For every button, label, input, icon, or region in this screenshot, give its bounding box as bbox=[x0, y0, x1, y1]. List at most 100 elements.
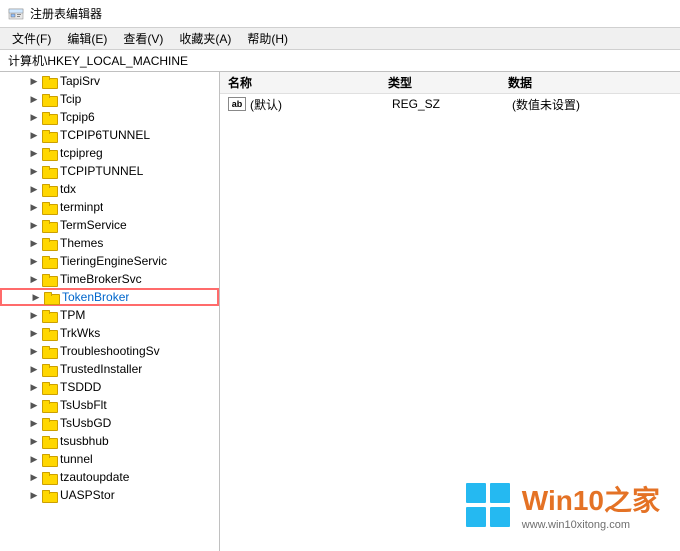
folder-icon-tpm bbox=[42, 309, 56, 321]
tree-item-tcpip6[interactable]: ▶ Tcpip6 bbox=[0, 108, 219, 126]
tree-item-tdx[interactable]: ▶ tdx bbox=[0, 180, 219, 198]
tree-item-tunnel[interactable]: ▶ tunnel bbox=[0, 450, 219, 468]
folder-icon-tieringengineservice bbox=[42, 255, 56, 267]
expand-icon-troubleshootingsv[interactable]: ▶ bbox=[28, 345, 40, 357]
tree-item-label-tunnel: tunnel bbox=[60, 452, 93, 466]
expand-icon-tieringengineservice[interactable]: ▶ bbox=[28, 255, 40, 267]
expand-icon-tokenbroker[interactable]: ▶ bbox=[30, 291, 42, 303]
folder-icon-tcpip6tunnel bbox=[42, 129, 56, 141]
menu-view[interactable]: 查看(V) bbox=[115, 28, 171, 49]
watermark-text: Win10之家 www.win10xitong.com bbox=[522, 479, 660, 531]
folder-icon-tcpipreg bbox=[42, 147, 56, 159]
tree-item-termservice[interactable]: ▶ TermService bbox=[0, 216, 219, 234]
tree-item-timebrokersvc[interactable]: ▶ TimeBrokerSvc bbox=[0, 270, 219, 288]
expand-icon-tsusbflt[interactable]: ▶ bbox=[28, 399, 40, 411]
menu-file[interactable]: 文件(F) bbox=[4, 28, 59, 49]
folder-icon-tdx bbox=[42, 183, 56, 195]
tree-item-tzautoupdate[interactable]: ▶ tzautoupdate bbox=[0, 468, 219, 486]
tree-item-uaspstor[interactable]: ▶ UASPStor bbox=[0, 486, 219, 504]
expand-icon-tzautoupdate[interactable]: ▶ bbox=[28, 471, 40, 483]
expand-icon-uaspstor[interactable]: ▶ bbox=[28, 489, 40, 501]
tree-item-trustedinstaller[interactable]: ▶TrustedInstaller bbox=[0, 360, 219, 378]
tree-item-label-termservice: TermService bbox=[60, 218, 127, 232]
menu-favorites[interactable]: 收藏夹(A) bbox=[171, 28, 239, 49]
detail-row-default[interactable]: ab (默认) REG_SZ (数值未设置) bbox=[220, 94, 680, 114]
tree-item-label-tcpip6: Tcpip6 bbox=[60, 110, 95, 124]
tree-item-troubleshootingsv[interactable]: ▶ TroubleshootingSv bbox=[0, 342, 219, 360]
folder-icon-timebrokersvc bbox=[42, 273, 56, 285]
tree-item-label-trkwks: TrkWks bbox=[60, 326, 100, 340]
expand-icon-tapisrv[interactable]: ▶ bbox=[28, 75, 40, 87]
tree-item-tcpiptunnel[interactable]: ▶ TCPIPTUNNEL bbox=[0, 162, 219, 180]
tree-item-label-tokenbroker: TokenBroker bbox=[62, 290, 129, 304]
expand-icon-tsddd[interactable]: ▶ bbox=[28, 381, 40, 393]
tree-item-tsusbflt[interactable]: ▶TsUsbFlt bbox=[0, 396, 219, 414]
tree-item-label-tzautoupdate: tzautoupdate bbox=[60, 470, 129, 484]
tree-item-label-terminpt: terminpt bbox=[60, 200, 103, 214]
folder-icon-tsusbgd bbox=[42, 417, 56, 429]
row-data: (数值未设置) bbox=[512, 96, 672, 113]
menu-help[interactable]: 帮助(H) bbox=[239, 28, 296, 49]
tree-item-tsusbhub[interactable]: ▶tsusbhub bbox=[0, 432, 219, 450]
expand-icon-themes[interactable]: ▶ bbox=[28, 237, 40, 249]
expand-icon-tcpipreg[interactable]: ▶ bbox=[28, 147, 40, 159]
tree-item-tsddd[interactable]: ▶TSDDD bbox=[0, 378, 219, 396]
ab-icon: ab bbox=[228, 97, 246, 111]
expand-icon-tsusbgd[interactable]: ▶ bbox=[28, 417, 40, 429]
col-name-header: 名称 bbox=[228, 74, 388, 91]
window-title: 注册表编辑器 bbox=[30, 5, 102, 22]
tree-item-tcip[interactable]: ▶ Tcip bbox=[0, 90, 219, 108]
tree-item-trkwks[interactable]: ▶ TrkWks bbox=[0, 324, 219, 342]
folder-icon-tapisrv bbox=[42, 75, 56, 87]
folder-icon-uaspstor bbox=[42, 489, 56, 501]
expand-icon-tcpiptunnel[interactable]: ▶ bbox=[28, 165, 40, 177]
tree-item-terminpt[interactable]: ▶ terminpt bbox=[0, 198, 219, 216]
folder-icon-trustedinstaller bbox=[42, 363, 56, 375]
folder-icon-tsusbhub bbox=[42, 435, 56, 447]
folder-icon-tcpip6 bbox=[42, 111, 56, 123]
tree-item-tieringengineservice[interactable]: ▶TieringEngineServic bbox=[0, 252, 219, 270]
expand-icon-tpm[interactable]: ▶ bbox=[28, 309, 40, 321]
tree-item-tokenbroker[interactable]: ▶ TokenBroker bbox=[0, 288, 219, 306]
title-bar: 注册表编辑器 bbox=[0, 0, 680, 28]
tree-item-label-tdx: tdx bbox=[60, 182, 76, 196]
tree-item-label-timebrokersvc: TimeBrokerSvc bbox=[60, 272, 142, 286]
expand-icon-tdx[interactable]: ▶ bbox=[28, 183, 40, 195]
expand-icon-tcpip6[interactable]: ▶ bbox=[28, 111, 40, 123]
tree-item-label-tcpiptunnel: TCPIPTUNNEL bbox=[60, 164, 143, 178]
tree-item-label-uaspstor: UASPStor bbox=[60, 488, 115, 502]
expand-icon-trustedinstaller[interactable]: ▶ bbox=[28, 363, 40, 375]
expand-icon-tsusbhub[interactable]: ▶ bbox=[28, 435, 40, 447]
tree-item-label-tcpip6tunnel: TCPIP6TUNNEL bbox=[60, 128, 150, 142]
folder-icon-tcpiptunnel bbox=[42, 165, 56, 177]
windows-logo bbox=[464, 481, 512, 529]
address-path: 计算机\HKEY_LOCAL_MACHINE bbox=[8, 52, 188, 69]
address-bar: 计算机\HKEY_LOCAL_MACHINE bbox=[0, 50, 680, 72]
tree-item-tcpipreg[interactable]: ▶ tcpipreg bbox=[0, 144, 219, 162]
tree-item-label-tcip: Tcip bbox=[60, 92, 81, 106]
folder-icon-tzautoupdate bbox=[42, 471, 56, 483]
tree-item-label-troubleshootingsv: TroubleshootingSv bbox=[60, 344, 160, 358]
watermark-title-part1: Win10 bbox=[522, 485, 604, 516]
menu-edit[interactable]: 编辑(E) bbox=[59, 28, 115, 49]
folder-icon-tunnel bbox=[42, 453, 56, 465]
folder-icon-tsusbflt bbox=[42, 399, 56, 411]
expand-icon-timebrokersvc[interactable]: ▶ bbox=[28, 273, 40, 285]
tree-item-tcpip6tunnel[interactable]: ▶ TCPIP6TUNNEL bbox=[0, 126, 219, 144]
expand-icon-trkwks[interactable]: ▶ bbox=[28, 327, 40, 339]
tree-item-tpm[interactable]: ▶ TPM bbox=[0, 306, 219, 324]
row-type: REG_SZ bbox=[392, 97, 512, 111]
tree-item-label-tcpipreg: tcpipreg bbox=[60, 146, 103, 160]
tree-item-tapisrv[interactable]: ▶TapiSrv bbox=[0, 72, 219, 90]
tree-item-themes[interactable]: ▶ Themes bbox=[0, 234, 219, 252]
expand-icon-termservice[interactable]: ▶ bbox=[28, 219, 40, 231]
tree-item-tsusbgd[interactable]: ▶TsUsbGD bbox=[0, 414, 219, 432]
tree-pane[interactable]: ▶TapiSrv▶Tcip▶Tcpip6▶TCPIP6TUNNEL▶tcpipr… bbox=[0, 72, 220, 551]
expand-icon-tcip[interactable]: ▶ bbox=[28, 93, 40, 105]
tree-item-label-themes: Themes bbox=[60, 236, 103, 250]
tree-item-label-tpm: TPM bbox=[60, 308, 85, 322]
expand-icon-tunnel[interactable]: ▶ bbox=[28, 453, 40, 465]
expand-icon-tcpip6tunnel[interactable]: ▶ bbox=[28, 129, 40, 141]
folder-icon-themes bbox=[42, 237, 56, 249]
expand-icon-terminpt[interactable]: ▶ bbox=[28, 201, 40, 213]
